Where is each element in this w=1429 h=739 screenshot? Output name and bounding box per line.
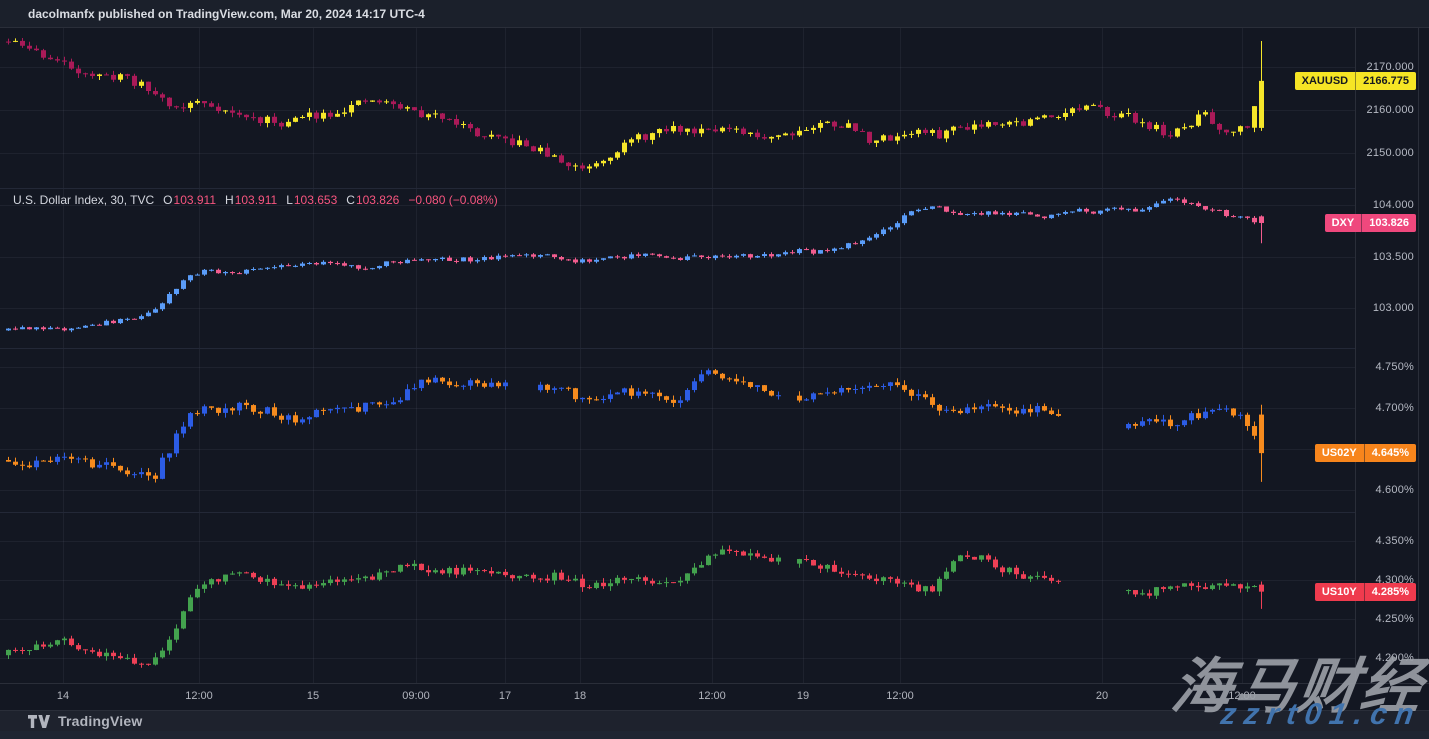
time-tick-label: 12:00 bbox=[698, 690, 726, 702]
candlestick-series bbox=[6, 38, 1264, 173]
candlestick-series bbox=[6, 369, 1264, 483]
time-tick-label: 20 bbox=[1096, 690, 1108, 702]
badge-last-price: 103.826 bbox=[1362, 214, 1416, 232]
badge-symbol: XAUUSD bbox=[1295, 72, 1356, 90]
price-tick-label: 4.250% bbox=[1359, 612, 1414, 626]
price-tick-label: 103.500 bbox=[1359, 250, 1414, 264]
watermark-url-text: zzrt01.cn bbox=[1218, 698, 1423, 732]
price-badge-us02y: US02Y4.645% bbox=[1315, 444, 1416, 462]
badge-last-price: 4.285% bbox=[1365, 583, 1416, 601]
time-tick-label: 14 bbox=[57, 690, 69, 702]
pane-divider[interactable] bbox=[0, 512, 1355, 513]
tradingview-logo-icon bbox=[28, 714, 50, 729]
price-badge-xauusd: XAUUSD2166.775 bbox=[1295, 72, 1416, 90]
candlestick-series bbox=[6, 197, 1264, 332]
price-pane-xauusd[interactable] bbox=[0, 28, 1355, 188]
header-bar: dacolmanfx published on TradingView.com,… bbox=[0, 0, 1429, 28]
publish-info-text: dacolmanfx published on TradingView.com,… bbox=[28, 7, 425, 21]
bottom-strip bbox=[0, 731, 1429, 739]
legend-ohlc-value: 103.911 bbox=[174, 193, 217, 207]
legend-ohlc-value: 103.653 bbox=[294, 193, 337, 207]
price-tick-label: 4.350% bbox=[1359, 534, 1414, 548]
legend-ohlc-key: C bbox=[346, 193, 355, 207]
time-tick-label: 12:00 bbox=[886, 690, 914, 702]
badge-symbol: DXY bbox=[1325, 214, 1363, 232]
price-badge-dxy: DXY103.826 bbox=[1325, 214, 1416, 232]
price-tick-label: 4.600% bbox=[1359, 483, 1414, 497]
legend-ohlc-key: O bbox=[163, 193, 172, 207]
legend-ohlc-value: 103.911 bbox=[235, 193, 278, 207]
price-tick-label: 4.700% bbox=[1359, 401, 1414, 415]
price-tick-label: 2150.000 bbox=[1359, 146, 1414, 160]
time-tick-label: 17 bbox=[499, 690, 511, 702]
time-tick-label: 15 bbox=[307, 690, 319, 702]
price-badge-us10y: US10Y4.285% bbox=[1315, 583, 1416, 601]
legend-symbol-title: U.S. Dollar Index, 30, TVC bbox=[13, 193, 154, 207]
tradingview-brand-text: TradingView bbox=[58, 713, 142, 729]
grid-lines bbox=[0, 28, 1355, 188]
price-tick-label: 4.750% bbox=[1359, 360, 1414, 374]
time-tick-label: 09:00 bbox=[402, 690, 430, 702]
time-tick-label: 19 bbox=[797, 690, 809, 702]
badge-last-price: 2166.775 bbox=[1356, 72, 1416, 90]
badge-symbol: US10Y bbox=[1315, 583, 1365, 601]
pane-divider[interactable] bbox=[0, 348, 1355, 349]
tradingview-link[interactable]: TradingView bbox=[28, 713, 142, 729]
grid-lines bbox=[0, 348, 1355, 512]
time-tick-label: 12:00 bbox=[185, 690, 213, 702]
price-tick-label: 103.000 bbox=[1359, 301, 1414, 315]
time-tick-label: 18 bbox=[574, 690, 586, 702]
legend-ohlc-value: 103.826 bbox=[356, 193, 399, 207]
symbol-legend[interactable]: U.S. Dollar Index, 30, TVCO103.911H103.9… bbox=[13, 193, 498, 207]
price-tick-label: 2160.000 bbox=[1359, 103, 1414, 117]
pane-divider[interactable] bbox=[0, 188, 1355, 189]
legend-ohlc-key: L bbox=[286, 193, 293, 207]
legend-change: −0.080 (−0.08%) bbox=[408, 193, 497, 207]
price-pane-dxy[interactable] bbox=[0, 188, 1355, 348]
grid-lines bbox=[0, 188, 1355, 348]
chart-area[interactable]: U.S. Dollar Index, 30, TVCO103.911H103.9… bbox=[0, 28, 1429, 683]
candlestick-series bbox=[6, 545, 1264, 667]
legend-ohlc-key: H bbox=[225, 193, 234, 207]
tradingview-published-chart-page: { "header": { "title": "dacolmanfx publi… bbox=[0, 0, 1429, 739]
price-pane-us10y[interactable] bbox=[0, 512, 1355, 683]
price-tick-label: 104.000 bbox=[1359, 198, 1414, 212]
chart-right-border bbox=[1418, 28, 1419, 683]
price-pane-us02y[interactable] bbox=[0, 348, 1355, 512]
badge-symbol: US02Y bbox=[1315, 444, 1365, 462]
grid-lines bbox=[0, 512, 1355, 683]
badge-last-price: 4.645% bbox=[1365, 444, 1416, 462]
legend-ohlc-values: O103.911H103.911L103.653C103.826 bbox=[154, 193, 399, 207]
